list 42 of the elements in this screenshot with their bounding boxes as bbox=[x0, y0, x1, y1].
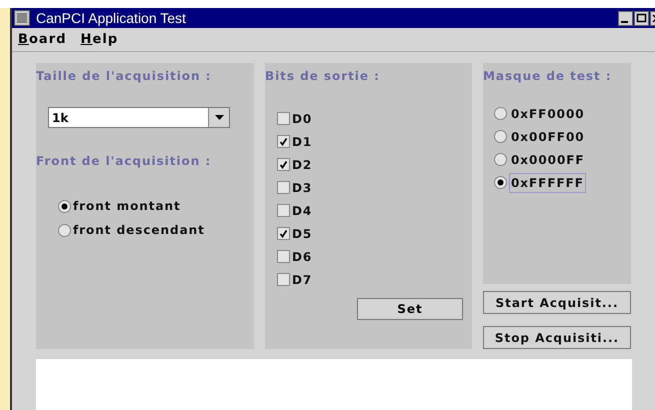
checkbox-label[interactable]: D5 bbox=[292, 224, 312, 242]
checkbox[interactable] bbox=[277, 250, 290, 263]
section-title: Masque de test : bbox=[483, 68, 613, 85]
section-title: Taille de l'acquisition : bbox=[36, 68, 212, 85]
checkbox-label[interactable]: D0 bbox=[292, 110, 312, 128]
radio-button[interactable] bbox=[494, 153, 507, 166]
radio-button[interactable] bbox=[58, 224, 71, 236]
radio-button[interactable] bbox=[58, 200, 71, 212]
section-title: Bits de sortie : bbox=[265, 68, 381, 85]
section-title: Front de l'acquisition : bbox=[36, 153, 212, 170]
checkbox-label[interactable]: D1 bbox=[292, 132, 312, 150]
menu-item[interactable]: Help bbox=[80, 30, 118, 50]
checkbox-label[interactable]: D4 bbox=[292, 202, 312, 220]
dropdown-arrow-icon bbox=[214, 115, 224, 120]
checkbox[interactable] bbox=[277, 158, 290, 171]
radio-button[interactable] bbox=[494, 130, 507, 143]
checkbox[interactable] bbox=[277, 273, 290, 286]
radio-label[interactable]: 0x00FF00 bbox=[509, 128, 587, 146]
window-title: CanPCI Application Test bbox=[36, 8, 187, 28]
action-button[interactable]: Start Acquisit... bbox=[483, 291, 631, 314]
set-button[interactable]: Set bbox=[357, 298, 463, 320]
checkbox-label[interactable]: D7 bbox=[292, 270, 312, 288]
size-dropdown[interactable]: 1k bbox=[48, 107, 230, 128]
radio-button[interactable] bbox=[494, 176, 507, 189]
radio-label[interactable]: front descendant bbox=[73, 221, 205, 239]
checkbox[interactable] bbox=[277, 181, 290, 194]
radio-label[interactable]: 0xFFFFFF bbox=[509, 172, 586, 192]
menu-item[interactable]: Board bbox=[18, 30, 67, 50]
checkbox-label[interactable]: D3 bbox=[292, 178, 312, 196]
radio-label[interactable]: 0xFF0000 bbox=[509, 104, 587, 122]
checkbox[interactable] bbox=[277, 227, 290, 240]
checkbox-label[interactable]: D2 bbox=[292, 156, 312, 174]
window-menu-icon[interactable] bbox=[14, 10, 30, 26]
radio-button[interactable] bbox=[494, 107, 507, 120]
checkbox-label[interactable]: D6 bbox=[292, 248, 312, 266]
checkbox[interactable] bbox=[277, 135, 290, 148]
checkbox[interactable] bbox=[277, 112, 290, 125]
minimize-icon[interactable] bbox=[618, 10, 633, 26]
action-button[interactable]: Stop Acquisiti... bbox=[483, 326, 631, 349]
radio-label[interactable]: 0x0000FF bbox=[509, 150, 587, 168]
radio-label[interactable]: front montant bbox=[73, 197, 181, 215]
checkbox[interactable] bbox=[277, 204, 290, 217]
